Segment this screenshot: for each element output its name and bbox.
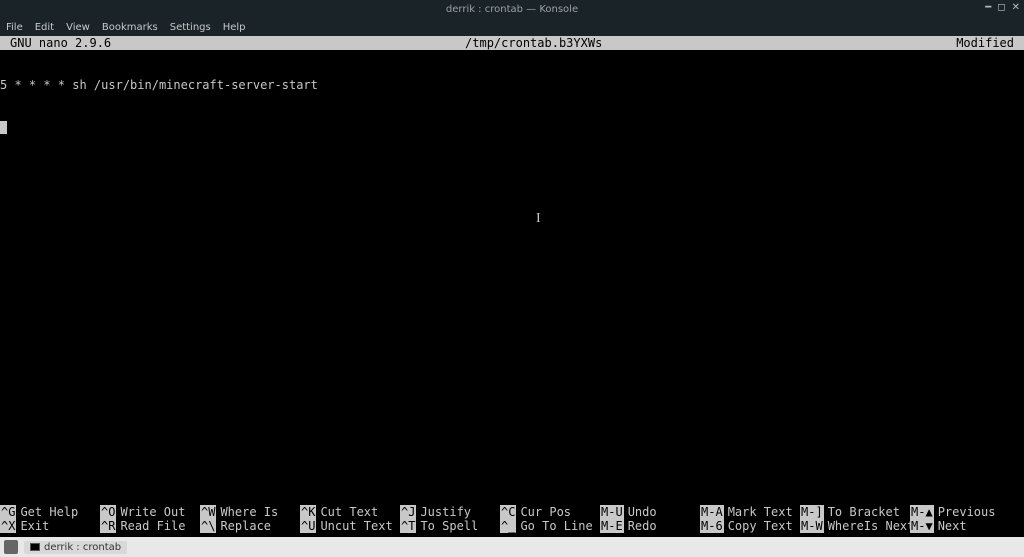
footer-shortcut: ^KCut Text — [300, 505, 400, 519]
shortcut-key: ^G — [0, 505, 16, 519]
footer-shortcut: M-6Copy Text — [700, 519, 800, 533]
shortcut-label: Read File — [116, 519, 185, 533]
menu-help[interactable]: Help — [223, 22, 246, 33]
footer-shortcut: ^JJustify — [400, 505, 500, 519]
shortcut-label: Uncut Text — [316, 519, 392, 533]
shortcut-key: ^W — [200, 505, 216, 519]
shortcut-key: M-▼ — [910, 519, 934, 533]
shortcut-label: Cur Pos — [516, 505, 571, 519]
shortcut-key: ^\ — [200, 519, 216, 533]
taskbar-item-konsole[interactable]: derrik : crontab — [24, 541, 127, 554]
shortcut-key: M-E — [600, 519, 624, 533]
nano-footer: ^GGet Help^OWrite Out^WWhere Is^KCut Tex… — [0, 505, 1024, 537]
taskbar: derrik : crontab — [0, 537, 1024, 557]
footer-shortcut: ^_Go To Line — [500, 519, 600, 533]
shortcut-key: M-A — [700, 505, 724, 519]
shortcut-key: ^J — [400, 505, 416, 519]
nano-header: GNU nano 2.9.6 /tmp/crontab.b3YXWs Modif… — [0, 36, 1024, 50]
shortcut-key: M-U — [600, 505, 624, 519]
shortcut-key: ^X — [0, 519, 16, 533]
shortcut-label: To Bracket — [824, 505, 900, 519]
shortcut-key: ^T — [400, 519, 416, 533]
footer-shortcut: ^\Replace — [200, 519, 300, 533]
shortcut-label: To Spell — [416, 519, 478, 533]
footer-shortcut: ^RRead File — [100, 519, 200, 533]
footer-shortcut: ^GGet Help — [0, 505, 100, 519]
shortcut-key: ^O — [100, 505, 116, 519]
footer-shortcut: M-AMark Text — [700, 505, 800, 519]
shortcut-label: Next — [934, 519, 967, 533]
footer-shortcut: ^TTo Spell — [400, 519, 500, 533]
shortcut-label: Where Is — [216, 505, 278, 519]
menu-file[interactable]: File — [6, 22, 23, 33]
footer-shortcut: ^WWhere Is — [200, 505, 300, 519]
nano-footer-row-2: ^XExit^RRead File^\Replace^UUncut Text^T… — [0, 519, 1024, 533]
shortcut-label: Undo — [624, 505, 657, 519]
shortcut-key: ^C — [500, 505, 516, 519]
nano-footer-row-1: ^GGet Help^OWrite Out^WWhere Is^KCut Tex… — [0, 505, 1024, 519]
nano-editor-body[interactable]: 5 * * * * sh /usr/bin/minecraft-server-s… — [0, 50, 1024, 505]
footer-shortcut: ^OWrite Out — [100, 505, 200, 519]
shortcut-label: Replace — [216, 519, 271, 533]
shortcut-key: ^R — [100, 519, 116, 533]
menubar: File Edit View Bookmarks Settings Help — [0, 18, 1024, 36]
minimize-icon[interactable]: ━ — [985, 2, 991, 13]
shortcut-label: Write Out — [116, 505, 185, 519]
taskbar-item-label: derrik : crontab — [44, 542, 121, 553]
shortcut-key: M-W — [800, 519, 824, 533]
shortcut-key: M-] — [800, 505, 824, 519]
footer-shortcut: M-ERedo — [600, 519, 700, 533]
nano-version: GNU nano 2.9.6 — [4, 36, 111, 50]
shortcut-label: Previous — [934, 505, 996, 519]
menu-bookmarks[interactable]: Bookmarks — [102, 22, 158, 33]
shortcut-label: Get Help — [16, 505, 78, 519]
shortcut-label: Copy Text — [724, 519, 793, 533]
footer-shortcut: M-▲Previous — [910, 505, 1000, 519]
start-button[interactable] — [4, 540, 18, 554]
footer-shortcut: M-▼Next — [910, 519, 1000, 533]
window-title: derrik : crontab — Konsole — [446, 4, 578, 15]
ibeam-cursor-icon: I — [536, 212, 541, 226]
footer-shortcut: ^UUncut Text — [300, 519, 400, 533]
shortcut-label: Go To Line — [516, 519, 592, 533]
terminal-icon — [30, 543, 40, 551]
nano-file-path: /tmp/crontab.b3YXWs — [111, 36, 956, 50]
maximize-icon[interactable]: ◻ — [997, 2, 1005, 13]
shortcut-key: ^K — [300, 505, 316, 519]
terminal[interactable]: GNU nano 2.9.6 /tmp/crontab.b3YXWs Modif… — [0, 36, 1024, 537]
menu-settings[interactable]: Settings — [170, 22, 211, 33]
shortcut-label: Exit — [16, 519, 49, 533]
menu-edit[interactable]: Edit — [35, 22, 54, 33]
editor-line-2 — [0, 120, 1024, 134]
footer-shortcut: ^XExit — [0, 519, 100, 533]
shortcut-key: M-6 — [700, 519, 724, 533]
footer-shortcut: M-WWhereIs Next — [800, 519, 910, 533]
shortcut-label: Mark Text — [724, 505, 793, 519]
shortcut-label: Cut Text — [316, 505, 378, 519]
shortcut-label: WhereIs Next — [824, 519, 915, 533]
text-cursor-block — [0, 121, 7, 134]
shortcut-key: M-▲ — [910, 505, 934, 519]
window-titlebar: derrik : crontab — Konsole ━ ◻ ✕ — [0, 0, 1024, 18]
shortcut-key: ^U — [300, 519, 316, 533]
footer-shortcut: M-]To Bracket — [800, 505, 910, 519]
shortcut-label: Redo — [624, 519, 657, 533]
menu-view[interactable]: View — [66, 22, 90, 33]
shortcut-label: Justify — [416, 505, 471, 519]
footer-shortcut: ^CCur Pos — [500, 505, 600, 519]
close-icon[interactable]: ✕ — [1012, 2, 1020, 13]
editor-line-1: 5 * * * * sh /usr/bin/minecraft-server-s… — [0, 78, 1024, 92]
nano-status: Modified — [956, 36, 1020, 50]
footer-shortcut: M-UUndo — [600, 505, 700, 519]
shortcut-key: ^_ — [500, 519, 516, 533]
